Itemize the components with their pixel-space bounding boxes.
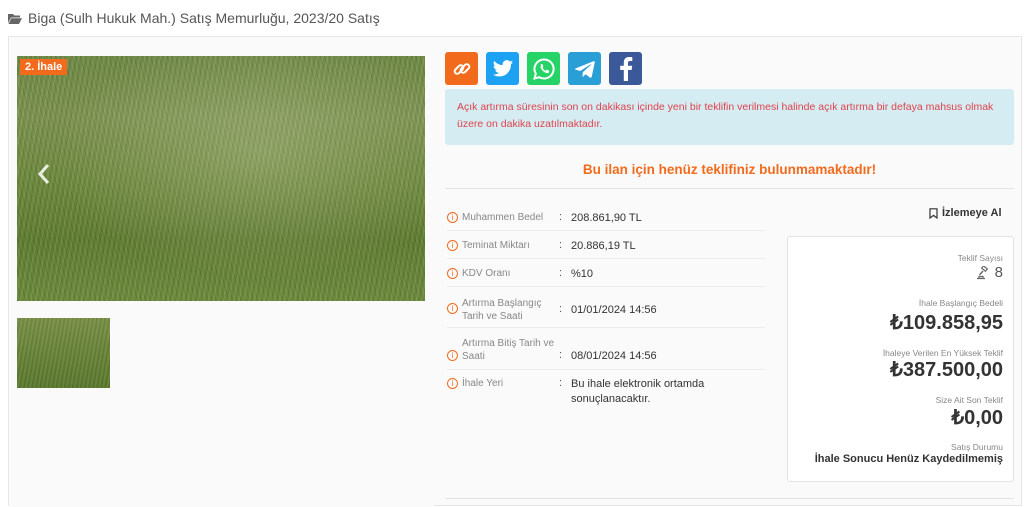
detail-label: KDV Oranı [462,268,511,279]
detail-row-estimated-value: i Muhammen Bedel : 208.861,90 TL [447,211,767,226]
photo-thumbnail[interactable] [17,318,110,388]
info-icon: i [447,268,458,279]
auction-details-panel: Açık artırma süresinin son on dakikası i… [434,37,1023,507]
row-divider [447,230,765,231]
auction-card: 2. İhale Açık artırma süresinin son on d… [8,36,1023,507]
detail-value: %10 [571,268,594,280]
highest-bid-value: ₺387.500,00 [890,359,1003,381]
bid-count-value: 8 [994,264,1003,281]
start-price-value: ₺109.858,95 [890,312,1003,334]
row-divider [447,286,765,287]
bid-count: 8 [976,264,1003,281]
bid-summary-panel: Teklif Sayısı 8 İhale Başlangıç Bedeli ₺… [787,236,1014,482]
photo-gallery: 2. İhale [9,37,434,507]
share-whatsapp-button[interactable] [527,52,560,85]
my-last-bid-value: ₺0,00 [951,407,1003,429]
sale-status-value: İhale Sonucu Henüz Kaydedilmemiş [814,453,1003,465]
row-divider [447,327,765,328]
my-last-bid-label: Size Ait Son Teklif [935,395,1003,405]
detail-row-auction-place: i İhale Yeri : Bu ihale elektronik ortamd… [447,377,767,407]
row-divider [447,369,765,370]
folder-open-icon [8,13,22,24]
share-buttons [445,52,642,85]
telegram-icon [574,60,595,78]
auction-round-badge: 2. İhale [20,59,68,75]
add-to-watchlist-button[interactable]: İzlemeye Al [929,207,1002,219]
info-icon: i [447,240,458,251]
prev-photo-button[interactable] [35,161,53,187]
chevron-left-icon [37,164,50,184]
detail-value: 08/01/2024 14:56 [571,350,657,362]
facebook-icon [619,56,632,81]
detail-label: İhale Yeri [462,378,504,389]
no-bid-notice: Bu ilan için henüz teklifiniz bulunmamak… [582,162,877,177]
next-photo-button[interactable] [385,56,425,301]
page-title: Biga (Sulh Hukuk Mah.) Satış Memurluğu, … [28,10,380,26]
info-icon: i [447,212,458,223]
share-telegram-button[interactable] [568,52,601,85]
photo-haze [17,56,425,301]
detail-row-end-date: i Artırma Bitiş Tarih ve Saati : 08/01/20… [447,337,767,364]
gavel-icon [976,265,988,279]
detail-value: 20.886,19 TL [571,240,636,252]
page-header: Biga (Sulh Hukuk Mah.) Satış Memurluğu, … [8,8,380,28]
detail-value: 01/01/2024 14:56 [571,304,657,316]
twitter-icon [492,59,513,76]
whatsapp-icon [532,57,555,80]
bottom-divider [445,498,1014,499]
watchlist-label: İzlemeye Al [942,207,1002,219]
link-icon [453,62,470,75]
main-photo[interactable]: 2. İhale [17,56,425,301]
share-facebook-button[interactable] [609,52,642,85]
row-divider [447,258,765,259]
divider [445,188,1014,189]
info-icon: i [447,303,458,314]
share-twitter-button[interactable] [486,52,519,85]
detail-row-deposit: i Teminat Miktarı : 20.886,19 TL [447,239,767,254]
extension-alert: Açık artırma süresinin son on dakikası i… [445,89,1014,145]
detail-label: Teminat Miktarı [462,240,530,251]
detail-label: Muhammen Bedel [462,212,544,223]
bid-count-label: Teklif Sayısı [957,253,1003,263]
detail-row-start-date: i Artırma Başlangıç Tarih ve Saati : 01/0… [447,297,767,323]
detail-row-vat: i KDV Oranı : %10 [447,267,767,282]
info-icon: i [447,378,458,389]
start-price-label: İhale Başlangıç Bedeli [918,298,1003,308]
bookmark-icon [929,207,938,219]
sale-status-label: Satış Durumu [951,442,1003,452]
detail-label: Artırma Başlangıç Tarih ve Saati [462,298,542,322]
detail-value: 208.861,90 TL [571,212,642,224]
detail-label: Artırma Bitiş Tarih ve Saati [462,338,555,362]
info-icon: i [447,350,458,361]
detail-value: Bu ihale elektronik ortamda sonuçlanacak… [571,378,705,405]
copy-link-button[interactable] [445,52,478,85]
